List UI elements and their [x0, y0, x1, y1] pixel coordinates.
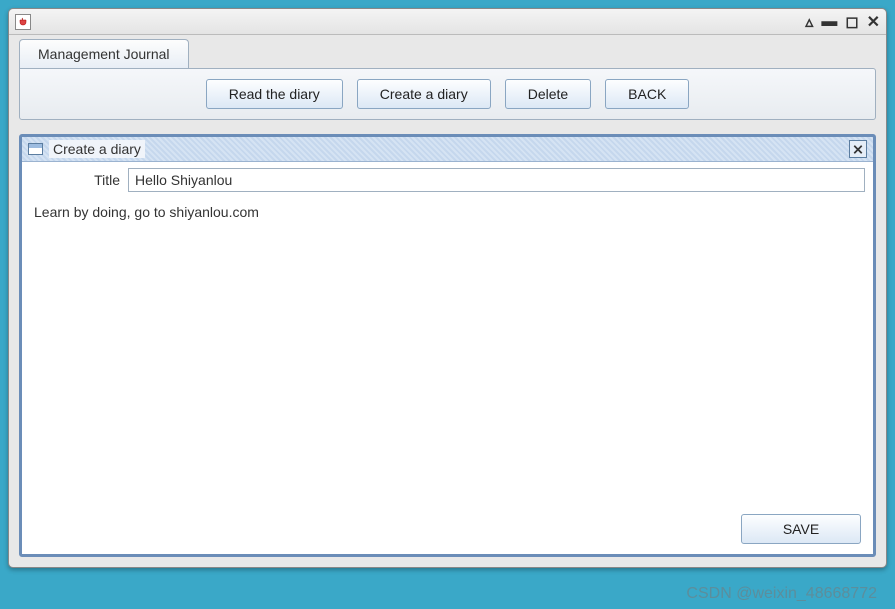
close-icon[interactable]: ✕: [867, 12, 880, 32]
maximize-icon[interactable]: ◻: [845, 12, 858, 32]
title-row: Title: [22, 162, 873, 198]
minimize-icon[interactable]: ▬: [821, 13, 837, 31]
window-titlebar: ▵ ▬ ◻ ✕: [9, 9, 886, 35]
frame-icon: [28, 143, 43, 155]
tab-management-journal[interactable]: Management Journal: [19, 39, 189, 69]
read-diary-button[interactable]: Read the diary: [206, 79, 343, 109]
create-diary-button[interactable]: Create a diary: [357, 79, 491, 109]
diary-body-textarea[interactable]: [30, 200, 865, 498]
back-button[interactable]: BACK: [605, 79, 689, 109]
title-input[interactable]: [128, 168, 865, 192]
window-content: Management Journal Read the diary Create…: [9, 35, 886, 567]
internal-frame-close-icon[interactable]: ⨯: [849, 140, 867, 158]
window-controls: ▵ ▬ ◻ ✕: [805, 12, 880, 32]
internal-frame-title: Create a diary: [49, 140, 145, 158]
title-label: Title: [30, 172, 120, 188]
java-cup-icon: [15, 14, 31, 30]
create-diary-frame: Create a diary ⨯ Title SAVE: [19, 134, 876, 557]
save-button[interactable]: SAVE: [741, 514, 861, 544]
delete-button[interactable]: Delete: [505, 79, 591, 109]
tab-row: Management Journal: [19, 39, 876, 69]
rollup-icon[interactable]: ▵: [805, 12, 813, 32]
app-window: ▵ ▬ ◻ ✕ Management Journal Read the diar…: [8, 8, 887, 568]
watermark-text: CSDN @weixin_48668772: [686, 585, 877, 603]
internal-frame-titlebar: Create a diary ⨯: [22, 137, 873, 162]
toolbar: Read the diary Create a diary Delete BAC…: [19, 68, 876, 120]
bottom-row: SAVE: [22, 506, 873, 554]
